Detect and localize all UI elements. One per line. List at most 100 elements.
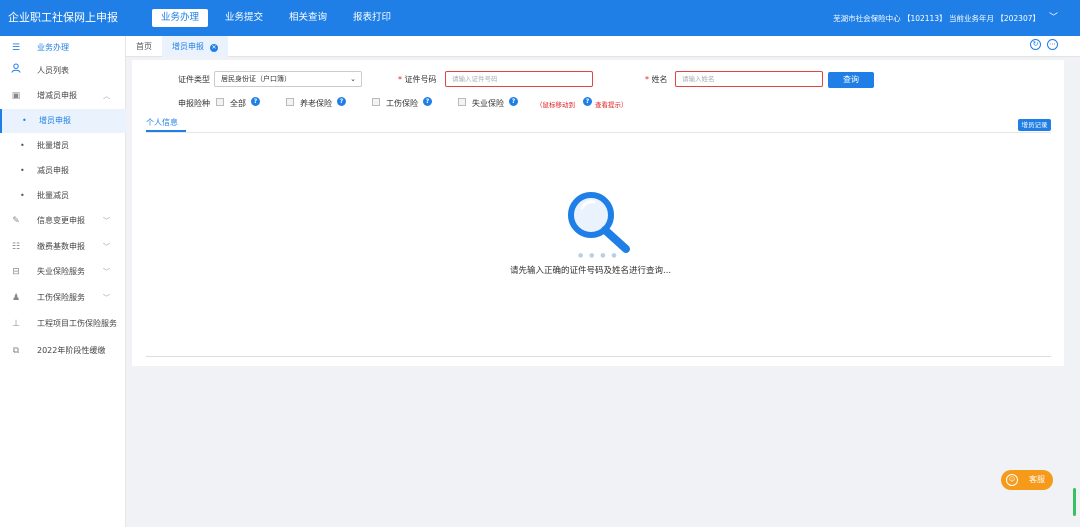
- divider: [146, 132, 1051, 133]
- sidebar-item-label: 信息变更申报: [37, 216, 85, 225]
- sidebar-item-label: 减员申报: [37, 166, 69, 175]
- chevron-down-icon: ⌄: [350, 75, 356, 83]
- insurance-label: 申报险种: [178, 99, 210, 108]
- refresh-icon[interactable]: ↻: [1030, 39, 1041, 50]
- top-bar: 企业职工社保网上申报 业务办理 业务提交 相关查询 报表打印 芜湖市社会保险中心…: [0, 0, 1080, 36]
- help-icon: ?: [583, 97, 592, 106]
- sidebar-item-contribution-base[interactable]: ☷ 缴费基数申报 ﹀: [0, 235, 126, 259]
- sidebar-item-label: 工伤保险服务: [37, 293, 85, 302]
- name-field[interactable]: 请输入姓名: [675, 71, 823, 87]
- chevron-down-icon[interactable]: ﹀: [1049, 10, 1058, 23]
- id-number-label: * 证件号码: [398, 74, 437, 85]
- help-icon[interactable]: ?: [509, 97, 518, 106]
- sidebar-item-label: 批量减员: [37, 191, 69, 200]
- loading-dots: ● ● ● ●: [578, 252, 619, 259]
- name-label-text: 姓名: [651, 75, 668, 84]
- help-icon[interactable]: ?: [423, 97, 432, 106]
- customer-service-button[interactable]: ☺ 客服: [1001, 470, 1053, 490]
- option-work-injury-label: 工伤保险: [386, 99, 418, 108]
- customer-service-label: 客服: [1029, 475, 1045, 484]
- bullet-dot: •: [20, 141, 25, 150]
- divider: [146, 356, 1051, 357]
- close-icon[interactable]: ✕: [210, 44, 218, 52]
- sidebar-item-batch-add[interactable]: • 批量增员: [0, 134, 126, 158]
- tabs-bar: 首页 增员申报 ✕ ↻ ⋯: [126, 36, 1080, 57]
- chevron-down-icon: ﹀: [103, 268, 110, 276]
- person-icon: [10, 59, 22, 83]
- sidebar-item-label: 增员申报: [39, 116, 71, 125]
- id-number-field[interactable]: 请输入证件号码: [445, 71, 593, 87]
- sidebar-item-reduce-member[interactable]: • 减员申报: [0, 159, 126, 183]
- org-info: 芜湖市社会保险中心 【102113】 当前业务年月 【202307】: [833, 14, 1040, 23]
- sidebar-item-label: 失业保险服务: [37, 267, 85, 276]
- sidebar-item-label: 缴费基数申报: [37, 242, 85, 251]
- tab-add-member[interactable]: 增员申报 ✕: [162, 36, 228, 57]
- sidebar-item-add-reduce[interactable]: ▣ 增减员申报 ︿: [0, 84, 126, 108]
- required-mark: *: [645, 75, 649, 84]
- option-all-label: 全部: [230, 99, 246, 108]
- search-icon: [564, 190, 636, 256]
- nav-business-submit[interactable]: 业务提交: [216, 9, 272, 27]
- menu-list-icon: ☰: [11, 43, 21, 53]
- option-unemployment-label: 失业保险: [472, 99, 504, 108]
- id-type-label: 证件类型: [178, 75, 210, 84]
- sidebar-item-label: 2022年阶段性缓缴: [37, 346, 106, 355]
- chevron-down-icon: ﹀: [103, 294, 110, 302]
- checkbox-work-injury[interactable]: [372, 98, 380, 106]
- id-type-select[interactable]: 居民身份证（户口簿） ⌄: [214, 71, 362, 87]
- required-mark: *: [398, 75, 402, 84]
- name-label: * 姓名: [645, 74, 668, 85]
- option-pension-label: 养老保险: [300, 99, 332, 108]
- add-record-button[interactable]: 增员记录: [1018, 119, 1051, 131]
- sidebar-item-label: 人员列表: [37, 66, 69, 75]
- query-button[interactable]: 查询: [828, 72, 874, 88]
- app-title: 企业职工社保网上申报: [8, 11, 118, 24]
- sidebar-item-work-injury[interactable]: ♟ 工伤保险服务 ﹀: [0, 286, 126, 310]
- chat-icon: ☺: [1006, 474, 1018, 486]
- copy-icon: ⧉: [12, 346, 20, 356]
- sidebar-item-unemployment[interactable]: ⊟ 失业保险服务 ﹀: [0, 260, 126, 284]
- tab-personal-info[interactable]: 个人信息: [146, 117, 178, 128]
- sidebar-item-label: 增减员申报: [37, 91, 77, 100]
- sidebar-item-label: 批量增员: [37, 141, 69, 150]
- checkbox-all[interactable]: [216, 98, 224, 106]
- chevron-up-icon: ︿: [103, 92, 110, 100]
- sidebar: ☰ 业务办理 人员列表 ▣ 增减员申报 ︿ • 增员申报 • 批量增员 • 减员…: [0, 36, 126, 527]
- tab-home[interactable]: 首页: [136, 36, 152, 57]
- bullet-dot: •: [20, 191, 25, 200]
- nav-report-print[interactable]: 报表打印: [344, 9, 400, 27]
- bullet-dot: •: [22, 116, 27, 125]
- worker-icon: ♟: [11, 293, 21, 303]
- sidebar-item-label: 工程项目工伤保险服务: [37, 319, 117, 328]
- sidebar-item-business[interactable]: ☰ 业务办理: [0, 36, 126, 60]
- sidebar-item-deferral-2022[interactable]: ⧉ 2022年阶段性缓缴: [0, 339, 126, 363]
- id-number-label-text: 证件号码: [404, 75, 437, 84]
- more-icon[interactable]: ⋯: [1047, 39, 1058, 50]
- chevron-down-icon: ﹀: [103, 217, 110, 225]
- checkbox-unemployment[interactable]: [458, 98, 466, 106]
- main-panel: 证件类型 居民身份证（户口簿） ⌄ * 证件号码 请输入证件号码 * 姓名 请输…: [132, 60, 1064, 366]
- hint-text: （鼠标移动到: [536, 101, 575, 109]
- edit-doc-icon: ✎: [12, 216, 20, 226]
- id-type-value: 居民身份证（户口簿）: [221, 75, 291, 83]
- help-icon[interactable]: ?: [251, 97, 260, 106]
- sidebar-item-person-list[interactable]: 人员列表: [0, 59, 126, 83]
- chevron-down-icon: ﹀: [103, 243, 110, 251]
- sidebar-item-label: 业务办理: [37, 43, 69, 52]
- sidebar-item-batch-reduce[interactable]: • 批量减员: [0, 184, 126, 208]
- sidebar-item-info-change[interactable]: ✎ 信息变更申报 ﹀: [0, 209, 126, 233]
- hint-link[interactable]: 查看提示）: [595, 99, 628, 109]
- checkbox-pension[interactable]: [286, 98, 294, 106]
- bullet-dot: •: [20, 166, 25, 175]
- form-icon: ▣: [11, 91, 21, 101]
- sidebar-item-project-injury[interactable]: ⊥ 工程项目工伤保险服务: [0, 312, 126, 336]
- nav-business-handling[interactable]: 业务办理: [152, 9, 209, 27]
- empty-message: 请先输入正确的证件号码及姓名进行查询...: [510, 266, 672, 276]
- nav-related-query[interactable]: 相关查询: [280, 9, 336, 27]
- top-nav: 业务办理 业务提交 相关查询 报表打印: [152, 9, 408, 27]
- help-icon[interactable]: ?: [337, 97, 346, 106]
- org-tree-icon: ⊥: [12, 319, 20, 329]
- briefcase-icon: ⊟: [12, 267, 20, 277]
- sidebar-item-add-member[interactable]: • 增员申报: [0, 109, 126, 133]
- scroll-indicator[interactable]: [1073, 488, 1076, 516]
